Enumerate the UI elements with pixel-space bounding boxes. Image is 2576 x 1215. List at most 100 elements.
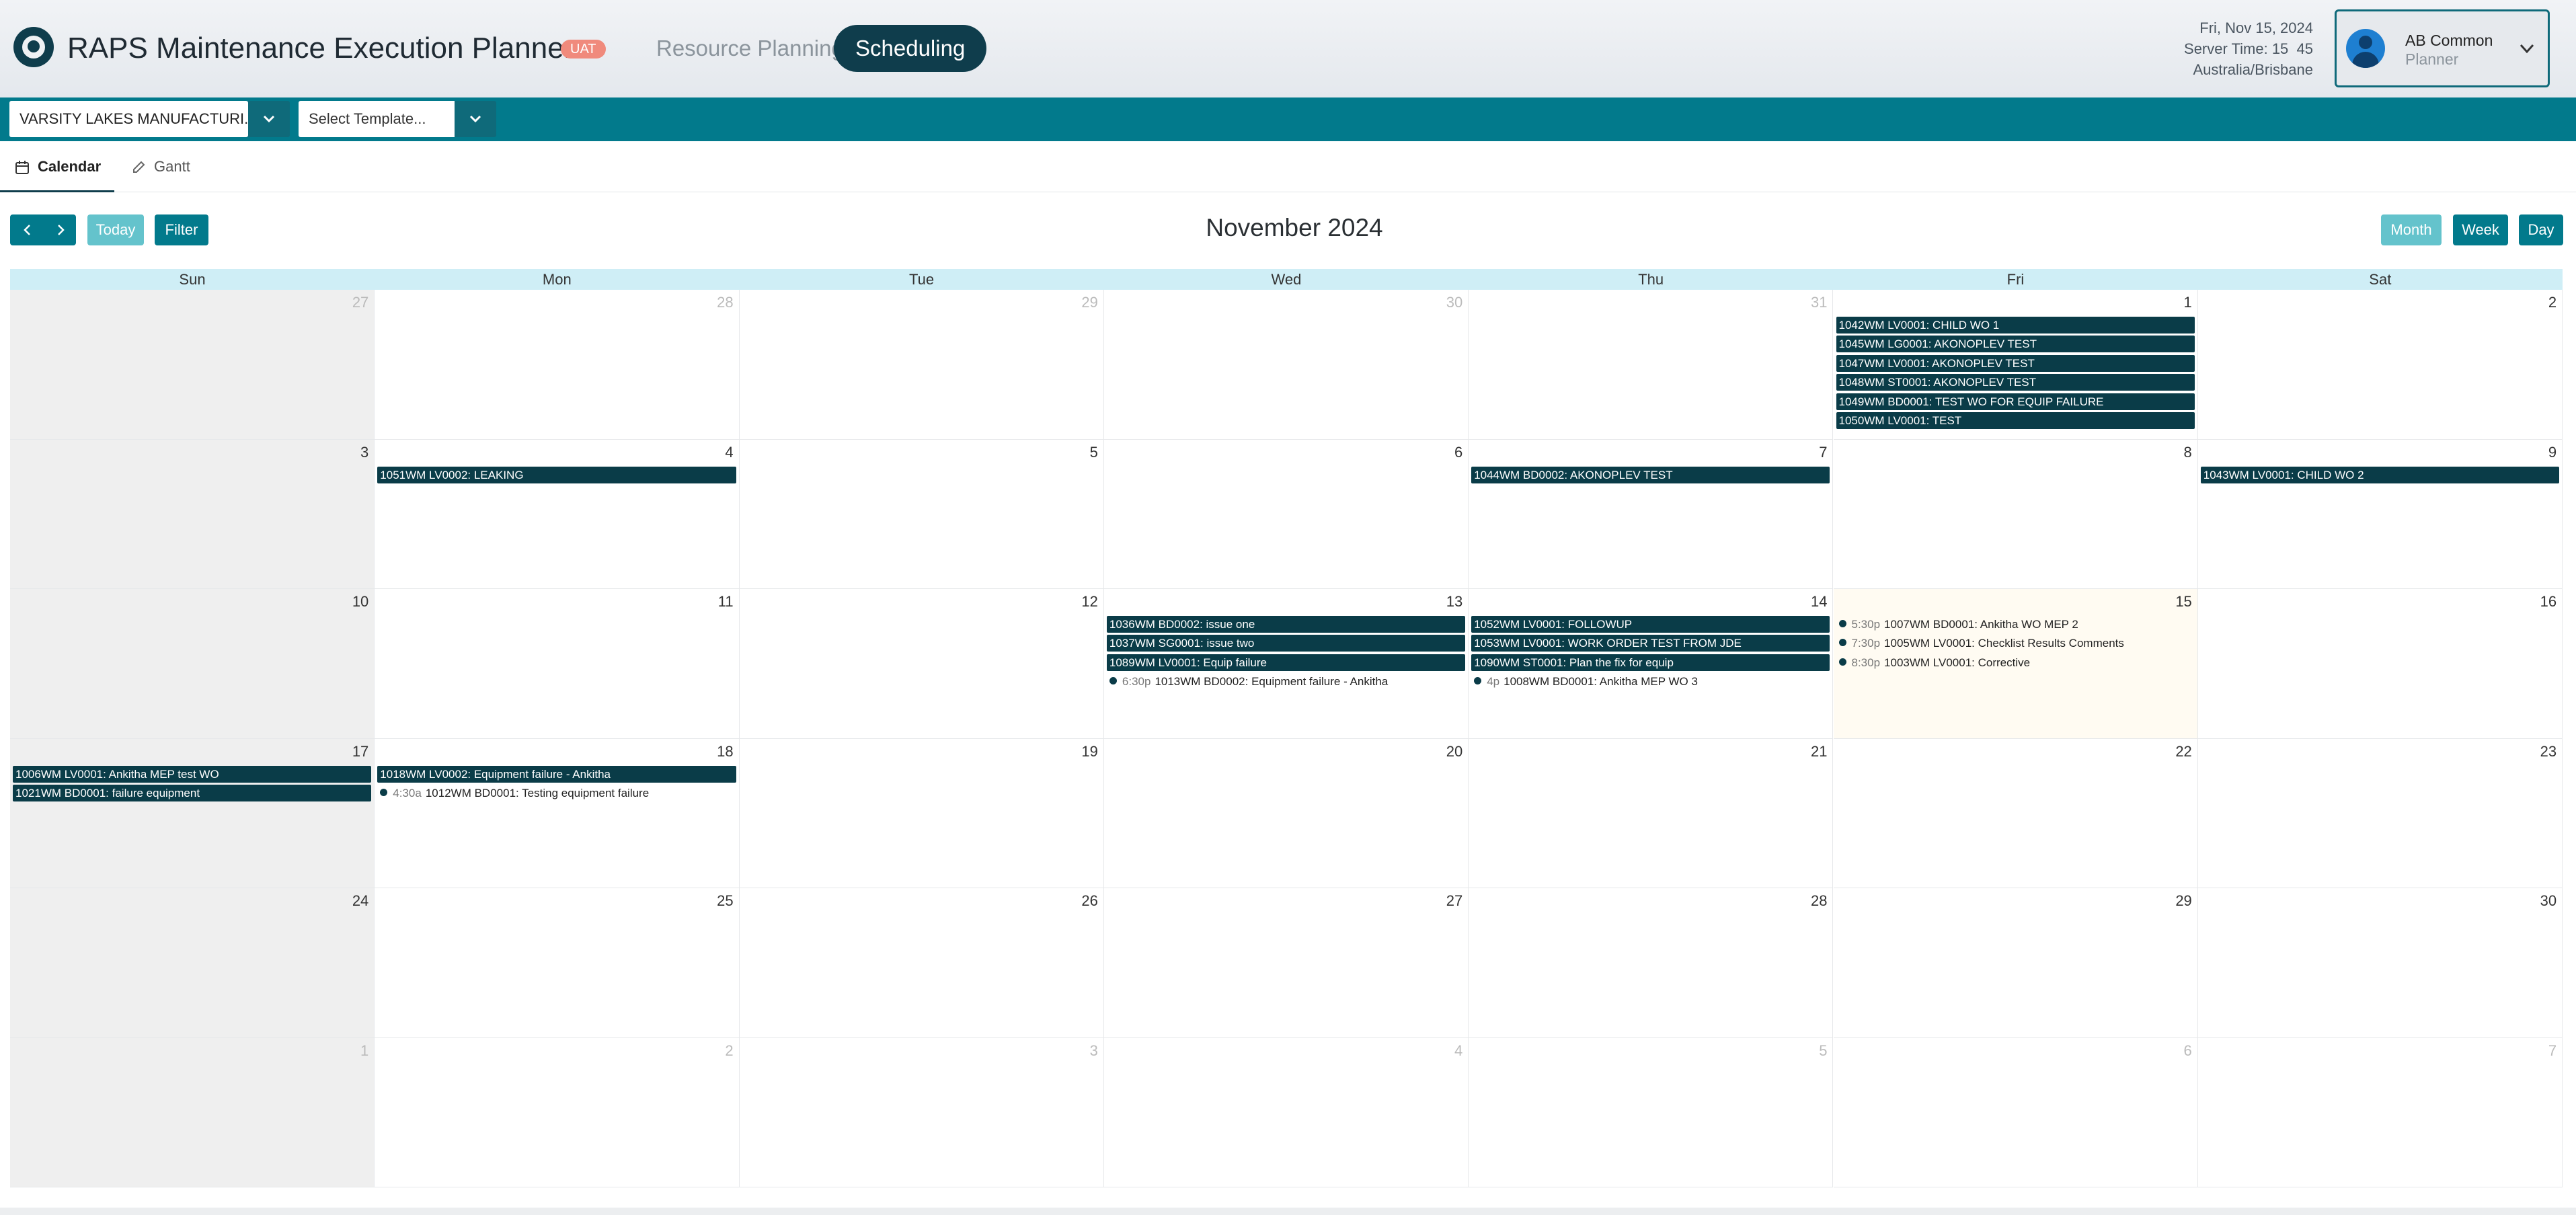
day-number[interactable]: 6 — [2184, 1042, 2192, 1060]
day-cell[interactable]: 1 — [10, 1037, 375, 1187]
day-number[interactable]: 22 — [2175, 743, 2191, 760]
day-cell[interactable]: 10 — [10, 589, 375, 739]
day-cell[interactable]: 27 — [10, 290, 375, 440]
prev-month-button[interactable] — [10, 214, 45, 245]
day-number[interactable]: 10 — [352, 593, 368, 611]
day-cell[interactable]: 5 — [1469, 1037, 1834, 1187]
calendar-event[interactable]: 1037WM SG0001: issue two — [1106, 635, 1466, 652]
day-number[interactable]: 26 — [1081, 892, 1097, 910]
day-number[interactable]: 1 — [360, 1042, 368, 1060]
day-number[interactable]: 6 — [1454, 444, 1462, 461]
day-number[interactable]: 5 — [1819, 1042, 1827, 1060]
day-number[interactable]: 8 — [2184, 444, 2192, 461]
day-number[interactable]: 4 — [725, 444, 733, 461]
calendar-event[interactable]: 1053WM LV0001: WORK ORDER TEST FROM JDE — [1471, 635, 1830, 652]
day-cell[interactable]: 20 — [1103, 738, 1469, 888]
day-cell[interactable]: 15 5:30p 1007WM BD0001: Ankitha WO MEP 2 7:… — [1833, 589, 2198, 739]
calendar-event[interactable]: 1045WM LG0001: AKONOPLEV TEST — [1836, 336, 2195, 353]
day-cell[interactable]: 11 — [375, 589, 740, 739]
day-number[interactable]: 30 — [1446, 294, 1462, 311]
day-cell[interactable]: 3 — [10, 439, 375, 589]
day-cell[interactable]: 21 — [1469, 738, 1834, 888]
day-number[interactable]: 29 — [1081, 294, 1097, 311]
day-cell[interactable]: 24 — [10, 888, 375, 1038]
day-cell[interactable]: 30 — [1103, 290, 1469, 440]
day-cell[interactable]: 2 — [2197, 290, 2563, 440]
day-cell[interactable]: 29 — [739, 290, 1104, 440]
day-number[interactable]: 23 — [2540, 743, 2557, 760]
tab-gantt[interactable]: Gantt — [131, 141, 219, 192]
day-cell[interactable]: 7 — [2197, 1037, 2563, 1187]
calendar-event[interactable]: 1090WM ST0001: Plan the fix for equip — [1471, 654, 1830, 671]
calendar-timed-event[interactable]: 4p 1008WM BD0001: Ankitha MEP WO 3 — [1474, 673, 1830, 690]
day-number[interactable]: 2 — [725, 1042, 733, 1060]
day-cell[interactable]: 28 — [375, 290, 740, 440]
day-number[interactable]: 19 — [1081, 743, 1097, 760]
day-number[interactable]: 5 — [1090, 444, 1098, 461]
calendar-timed-event[interactable]: 8:30p 1003WM LV0001: Corrective — [1838, 654, 2195, 671]
day-cell[interactable]: 29 — [1833, 888, 2198, 1038]
day-number[interactable]: 12 — [1081, 593, 1097, 611]
calendar-event[interactable]: 1051WM LV0002: LEAKING — [377, 466, 736, 483]
day-cell[interactable]: 6 — [1103, 439, 1469, 589]
day-cell[interactable]: 12 — [739, 589, 1104, 739]
next-month-button[interactable] — [45, 214, 76, 245]
day-number[interactable]: 3 — [360, 444, 368, 461]
day-number[interactable]: 30 — [2540, 892, 2557, 910]
month-view-button[interactable]: Month — [2381, 214, 2442, 245]
today-button[interactable]: Today — [87, 214, 144, 245]
day-number[interactable]: 24 — [352, 892, 368, 910]
calendar-event[interactable]: 1036WM BD0002: issue one — [1106, 616, 1466, 633]
day-number[interactable]: 18 — [717, 743, 733, 760]
plant-select[interactable]: VARSITY LAKES MANUFACTURI... — [9, 101, 248, 137]
nav-scheduling[interactable]: Scheduling — [834, 25, 987, 72]
week-view-button[interactable]: Week — [2453, 214, 2508, 245]
day-cell[interactable]: 18 1018WM LV0002: Equipment failure - Ank… — [375, 738, 740, 888]
day-cell[interactable]: 3 — [739, 1037, 1104, 1187]
day-number[interactable]: 7 — [2548, 1042, 2557, 1060]
calendar-event[interactable]: 1044WM BD0002: AKONOPLEV TEST — [1471, 466, 1830, 483]
day-number[interactable]: 9 — [2548, 444, 2557, 461]
day-cell[interactable]: 2 — [375, 1037, 740, 1187]
day-cell[interactable]: 4 1051WM LV0002: LEAKING — [375, 439, 740, 589]
day-number[interactable]: 27 — [1446, 892, 1462, 910]
day-cell[interactable]: 4 — [1103, 1037, 1469, 1187]
calendar-timed-event[interactable]: 4:30a 1012WM BD0001: Testing equipment fa… — [380, 785, 736, 801]
day-number[interactable]: 13 — [1446, 593, 1462, 611]
day-cell[interactable]: 25 — [375, 888, 740, 1038]
day-cell[interactable]: 23 — [2197, 738, 2563, 888]
calendar-event[interactable]: 1050WM LV0001: TEST — [1836, 412, 2195, 429]
day-cell[interactable]: 19 — [739, 738, 1104, 888]
day-cell[interactable]: 1 1042WM LV0001: CHILD WO 1 1045WM LG0001:… — [1833, 290, 2198, 440]
calendar-event[interactable]: 1043WM LV0001: CHILD WO 2 — [2200, 466, 2560, 483]
day-cell[interactable]: 30 — [2197, 888, 2563, 1038]
day-number[interactable]: 28 — [717, 294, 733, 311]
day-cell[interactable]: 6 — [1833, 1037, 2198, 1187]
day-cell[interactable]: 27 — [1103, 888, 1469, 1038]
day-cell[interactable]: 16 — [2197, 589, 2563, 739]
template-select-toggle[interactable] — [455, 101, 496, 137]
day-cell[interactable]: 5 — [739, 439, 1104, 589]
day-number[interactable]: 31 — [1811, 294, 1827, 311]
day-cell[interactable]: 7 1044WM BD0002: AKONOPLEV TEST — [1469, 439, 1834, 589]
template-select[interactable]: Select Template... — [299, 101, 455, 137]
day-number[interactable]: 2 — [2548, 294, 2557, 311]
day-number[interactable]: 21 — [1811, 743, 1827, 760]
day-number[interactable]: 11 — [718, 593, 734, 611]
day-cell[interactable]: 14 1052WM LV0001: FOLLOWUP 1053WM LV0001: … — [1469, 589, 1834, 739]
plant-select-toggle[interactable] — [248, 101, 290, 137]
calendar-event[interactable]: 1047WM LV0001: AKONOPLEV TEST — [1836, 354, 2195, 372]
day-cell[interactable]: 31 — [1469, 290, 1834, 440]
chevron-down-icon[interactable] — [2517, 38, 2537, 58]
filter-button[interactable]: Filter — [155, 214, 208, 245]
day-number[interactable]: 17 — [352, 743, 368, 760]
day-number[interactable]: 28 — [1811, 892, 1827, 910]
day-number[interactable]: 15 — [2175, 593, 2191, 611]
day-number[interactable]: 4 — [1454, 1042, 1462, 1060]
tab-calendar[interactable]: Calendar — [0, 141, 114, 192]
day-view-button[interactable]: Day — [2519, 214, 2563, 245]
day-number[interactable]: 14 — [1811, 593, 1827, 611]
calendar-timed-event[interactable]: 6:30p 1013WM BD0002: Equipment failure - … — [1109, 673, 1465, 690]
day-cell[interactable]: 8 — [1833, 439, 2198, 589]
day-number[interactable]: 20 — [1446, 743, 1462, 760]
